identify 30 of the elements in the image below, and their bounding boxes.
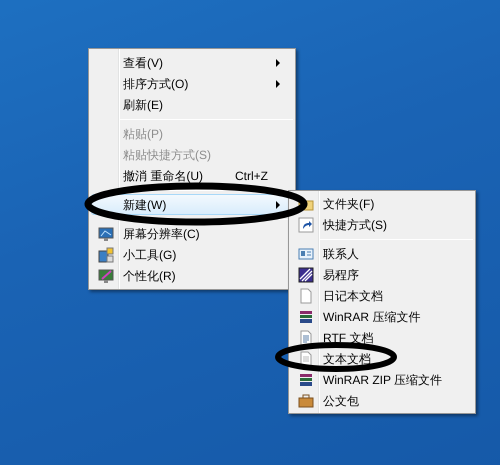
menu-item[interactable]: 快捷方式(S) (291, 214, 473, 235)
document-icon (298, 288, 314, 304)
striped-square-icon (298, 266, 314, 282)
menu-item[interactable]: 刷新(E) (91, 94, 293, 115)
menu-item[interactable]: 易程序 (291, 264, 473, 285)
monitor-brush-icon (98, 268, 114, 284)
menu-item[interactable]: WinRAR ZIP 压缩文件 (291, 369, 473, 390)
briefcase-icon (298, 392, 314, 408)
menu-item[interactable]: WinRAR 压缩文件 (291, 306, 473, 327)
shortcut-text: Ctrl+Z (235, 168, 268, 184)
submenu-arrow-icon (276, 59, 280, 67)
menu-item[interactable]: 文本文档 (291, 348, 473, 369)
submenu-arrow-icon (276, 80, 280, 88)
menu-item[interactable]: 公文包 (291, 390, 473, 411)
menu-item[interactable]: 小工具(G) (91, 244, 293, 265)
menu-item[interactable]: 屏幕分辨率(C) (91, 223, 293, 244)
submenu-arrow-icon (276, 201, 280, 209)
gadgets-icon (98, 246, 114, 262)
menu-item[interactable]: 日记本文档 (291, 285, 473, 306)
text-document-icon (298, 330, 314, 346)
contact-card-icon (298, 246, 314, 262)
text-document-icon (298, 350, 314, 366)
menu-item[interactable]: 撤消 重命名(U) Ctrl+Z (91, 165, 293, 186)
menu-item[interactable]: 联系人 (291, 243, 473, 264)
menu-item[interactable]: 查看(V) (91, 52, 293, 73)
book-stack-icon (298, 372, 314, 388)
book-stack-icon (298, 308, 314, 324)
monitor-icon (98, 226, 114, 242)
menu-item[interactable]: 排序方式(O) (91, 73, 293, 94)
menu-item[interactable]: 个性化(R) (91, 265, 293, 286)
